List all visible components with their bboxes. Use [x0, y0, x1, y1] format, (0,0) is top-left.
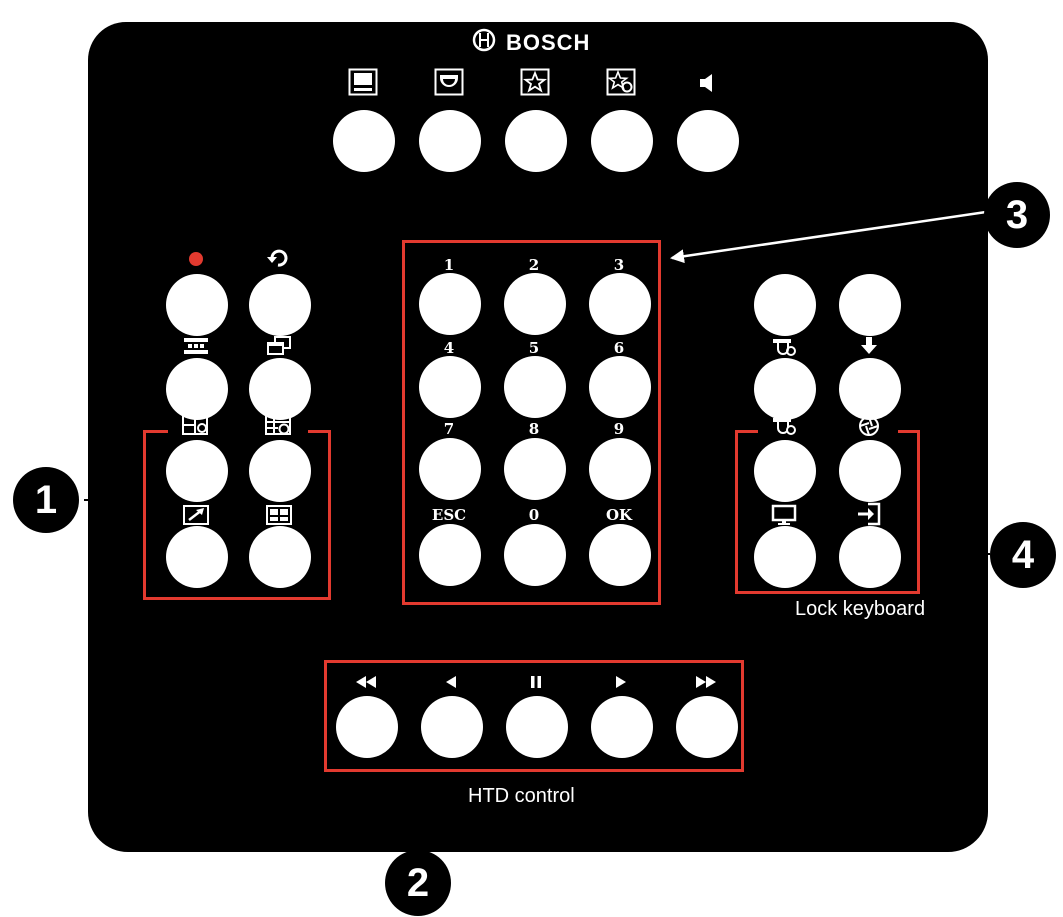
callout-2-arrow [413, 776, 428, 858]
callout-1-badge: 1 [13, 467, 79, 533]
callout-3-badge: 3 [984, 182, 1050, 248]
callout-3-arrow [670, 210, 987, 264]
callout-arrows [84, 210, 990, 858]
callout-4-badge: 4 [990, 522, 1056, 588]
callout-2-badge: 2 [385, 850, 451, 916]
